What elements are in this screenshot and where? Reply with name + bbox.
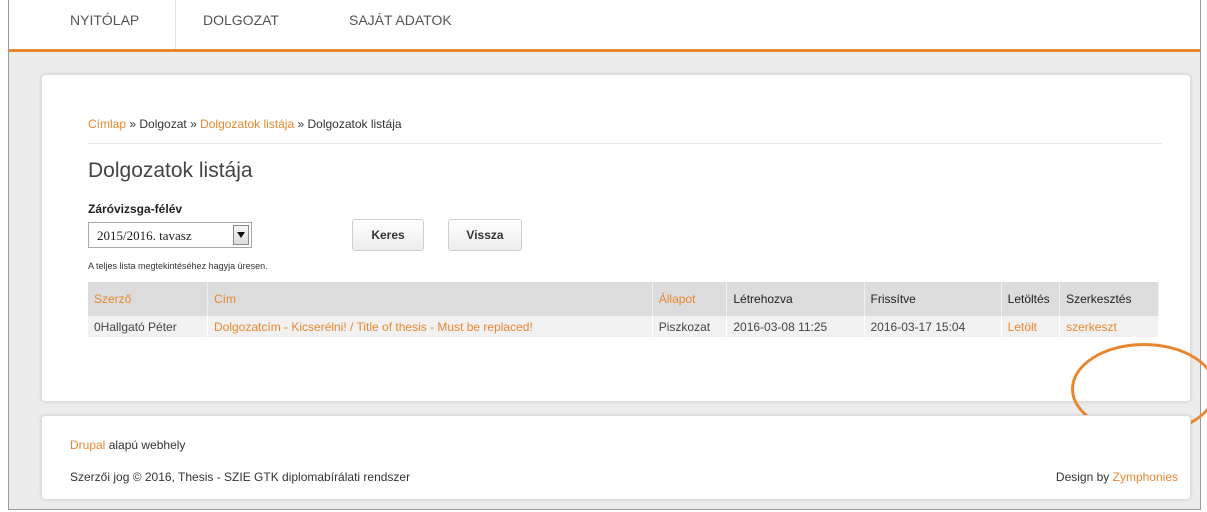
nav-item-own-data[interactable]: SAJÁT ADATOK (349, 0, 452, 49)
table-row: 0Hallgató Péter Dolgozatcím - Kicserélni… (88, 316, 1159, 337)
thesis-table: Szerző Cím Állapot Létrehozva Frissítve … (88, 282, 1159, 337)
breadcrumb-divider (88, 143, 1162, 144)
top-navigation: NYITÓLAP DOLGOZAT SAJÁT ADATOK (9, 0, 1200, 52)
powered-by: Drupal alapú webhely (70, 438, 185, 452)
cell-edit: szerkeszt (1059, 316, 1159, 337)
search-button[interactable]: Keres (352, 219, 424, 251)
footer-panel: Drupal alapú webhely Szerzői jog © 2016,… (41, 415, 1191, 500)
column-header-updated: Frissítve (864, 282, 1002, 316)
semester-select[interactable]: 2015/2016. tavasz (88, 222, 252, 248)
drupal-link[interactable]: Drupal (70, 438, 105, 452)
breadcrumb-home-link[interactable]: Címlap (88, 117, 126, 131)
column-header-author[interactable]: Szerző (88, 282, 208, 316)
cell-download: Letölt (1001, 316, 1061, 337)
design-by-text: Design by (1055, 470, 1113, 484)
column-header-status[interactable]: Állapot (652, 282, 728, 316)
main-content-panel: Címlap » Dolgozat » Dolgozatok listája »… (41, 74, 1207, 435)
table-header-row: Szerző Cím Állapot Létrehozva Frissítve … (88, 282, 1159, 316)
breadcrumb-separator: » (294, 117, 308, 131)
nav-item-home[interactable]: NYITÓLAP (70, 0, 139, 49)
download-link[interactable]: Letölt (1008, 320, 1037, 334)
copyright-text: Szerzői jog © 2016, Thesis - SZIE GTK di… (70, 470, 411, 484)
powered-by-text: alapú webhely (105, 438, 186, 452)
cell-author: 0Hallgató Péter (88, 316, 208, 337)
breadcrumb-current: Dolgozatok listája (307, 117, 402, 131)
design-credit: Design by Zymphonies (1056, 470, 1178, 484)
column-header-download: Letöltés (1001, 282, 1061, 316)
semester-select-value: 2015/2016. tavasz (97, 228, 192, 243)
chevron-down-icon[interactable] (233, 225, 249, 245)
breadcrumb: Címlap » Dolgozat » Dolgozatok listája »… (88, 117, 402, 131)
cell-updated: 2016-03-17 15:04 (864, 316, 1002, 337)
breadcrumb-thesis: Dolgozat (139, 117, 187, 131)
edit-link[interactable]: szerkeszt (1066, 320, 1117, 334)
cell-title: Dolgozatcím - Kicserélni! / Title of the… (207, 316, 653, 337)
thesis-title-link[interactable]: Dolgozatcím - Kicserélni! / Title of the… (214, 320, 533, 334)
breadcrumb-separator: » (126, 117, 140, 131)
cell-created: 2016-03-08 11:25 (726, 316, 865, 337)
designer-link[interactable]: Zymphonies (1113, 470, 1178, 484)
column-header-edit: Szerkesztés (1059, 282, 1159, 316)
column-header-title[interactable]: Cím (207, 282, 653, 316)
page-frame: NYITÓLAP DOLGOZAT SAJÁT ADATOK Címlap » … (8, 0, 1207, 510)
semester-filter-label: Záróvizsga-félév (88, 202, 183, 216)
cell-status: Piszkozat (652, 316, 728, 337)
column-header-created: Létrehozva (726, 282, 865, 316)
breadcrumb-separator: » (186, 117, 201, 131)
breadcrumb-list-link[interactable]: Dolgozatok listája (200, 117, 294, 131)
filter-hint: A teljes lista megtekintéséhez hagyja ür… (88, 261, 268, 271)
nav-item-thesis[interactable]: DOLGOZAT (203, 0, 279, 49)
nav-separator (175, 0, 176, 49)
back-button[interactable]: Vissza (448, 219, 522, 251)
page-title: Dolgozatok listája (88, 159, 253, 182)
